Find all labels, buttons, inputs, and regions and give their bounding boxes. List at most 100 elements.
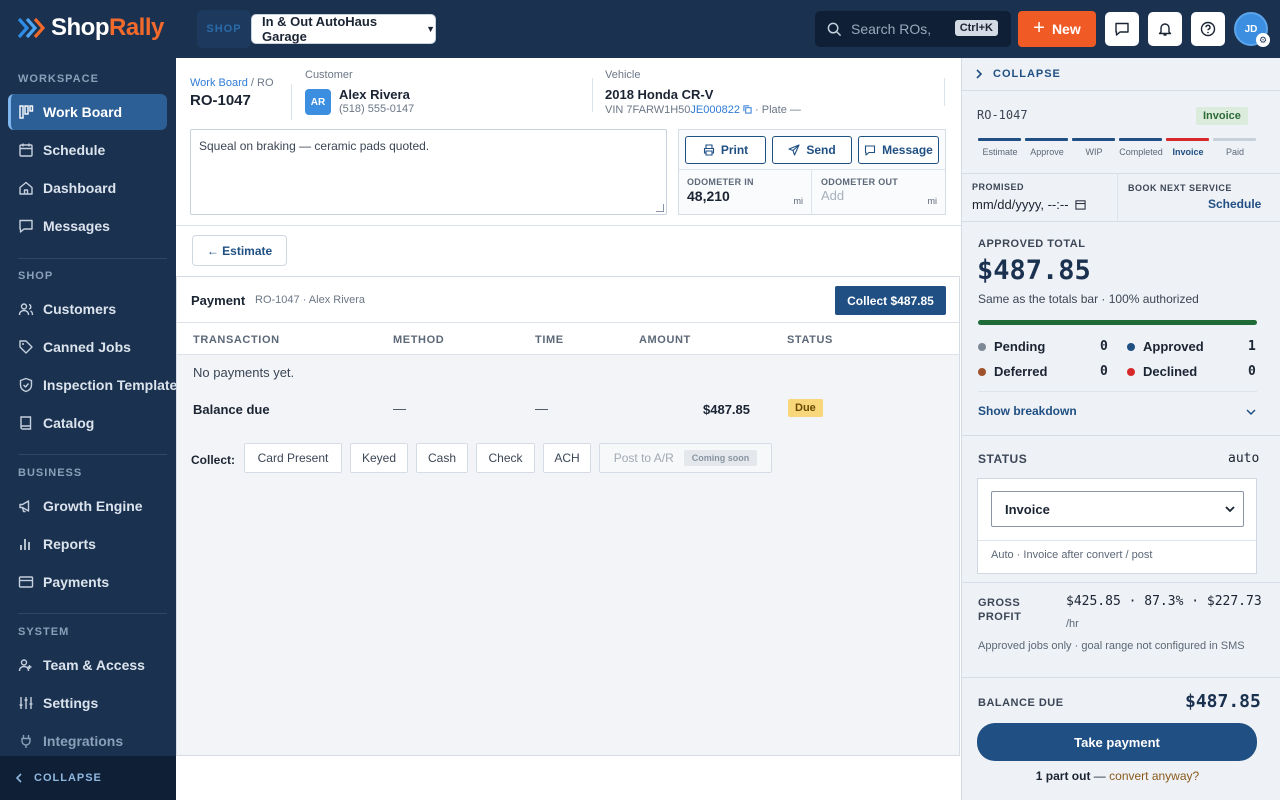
breadcrumb: Work Board / RO <box>190 77 274 89</box>
collect-button[interactable]: Collect $487.85 <box>835 286 946 315</box>
breadcrumb-work-board-link[interactable]: Work Board <box>190 77 248 89</box>
cash-button[interactable]: Cash <box>416 443 468 473</box>
message-button[interactable]: Message <box>858 136 939 164</box>
help-button[interactable] <box>1191 12 1225 46</box>
divider <box>962 173 1280 174</box>
stage-label: Estimate <box>982 147 1018 157</box>
schedule-link[interactable]: Schedule <box>1208 197 1261 211</box>
payment-panel: Payment RO-1047 · Alex Rivera Collect $4… <box>176 276 960 756</box>
odometer-out-unit: mi <box>927 196 938 206</box>
section-workspace: WORKSPACE <box>18 73 99 85</box>
copy-icon[interactable] <box>743 105 752 114</box>
notes-textarea[interactable]: Squeal on braking — ceramic pads quoted. <box>190 129 667 215</box>
customer-phone[interactable]: (518) 555-0147 <box>339 103 414 115</box>
show-breakdown-toggle[interactable]: Show breakdown <box>978 404 1077 418</box>
sliders-icon <box>19 697 33 709</box>
shop-tag: SHOP <box>197 10 251 48</box>
ach-button[interactable]: ACH <box>543 443 591 473</box>
top-bar: ShopRally SHOP In & Out AutoHaus Garage … <box>0 0 1280 58</box>
team-icon <box>18 659 32 672</box>
keyed-button[interactable]: Keyed <box>350 443 408 473</box>
balance-time: — <box>535 401 548 416</box>
vehicle-name[interactable]: 2018 Honda CR-V <box>605 87 713 102</box>
sidebar-item-canned-jobs[interactable]: Canned Jobs <box>8 329 167 365</box>
sidebar-item-reports[interactable]: Reports <box>8 526 167 562</box>
gross-profit-unit: /hr <box>1066 618 1079 630</box>
chevron-down-icon[interactable] <box>1246 408 1256 416</box>
gross-profit-note: Approved jobs only · goal range not conf… <box>978 640 1245 652</box>
sidebar-divider <box>18 258 167 259</box>
divider <box>962 90 1280 91</box>
ro-number: RO-1047 <box>190 92 251 109</box>
board-icon <box>19 105 34 119</box>
odometer-out-field[interactable]: ODOMETER OUT Add mi <box>812 170 946 214</box>
new-button[interactable]: + New <box>1018 11 1096 47</box>
sidebar-item-messages[interactable]: Messages <box>8 208 167 244</box>
sidebar-item-work-board[interactable]: Work Board <box>8 94 167 130</box>
take-payment-button[interactable]: Take payment <box>977 723 1257 761</box>
count-value: 0 <box>1100 364 1108 379</box>
brand-logo[interactable]: ShopRally <box>17 14 164 42</box>
sidebar-collapse-button[interactable]: COLLAPSE <box>0 756 176 800</box>
promised-placeholder: mm/dd/yyyy, --:-- <box>972 197 1069 212</box>
sidebar-item-catalog[interactable]: Catalog <box>8 405 167 441</box>
sidebar-item-team-access[interactable]: Team & Access <box>8 647 167 683</box>
sidebar-item-inspection-templates[interactable]: Inspection Templates <box>8 367 176 403</box>
sidebar-item-customers[interactable]: Customers <box>8 291 167 327</box>
declined-dot-icon <box>1127 367 1135 376</box>
odometer-in-field[interactable]: ODOMETER IN 48,210 mi <box>678 170 812 214</box>
stage-bar-completed <box>1119 138 1162 141</box>
sidebar-item-integrations[interactable]: Integrations <box>8 723 167 759</box>
convert-anyway-link[interactable]: convert anyway? <box>1109 769 1199 783</box>
right-panel: COLLAPSE RO-1047 Invoice Estimate Approv… <box>961 58 1280 800</box>
card-icon <box>18 576 34 588</box>
search-placeholder: Search ROs, <box>851 21 932 37</box>
shop-selector[interactable]: In & Out AutoHaus Garage ▼ <box>251 14 436 44</box>
chat-icon <box>1115 22 1129 36</box>
search-box[interactable]: Search ROs, Ctrl+K <box>815 11 1011 47</box>
count-label: Declined <box>1143 364 1198 379</box>
promised-datetime-input[interactable]: mm/dd/yyyy, --:-- <box>972 197 1086 212</box>
divider <box>962 677 1280 678</box>
gear-icon: ⚙ <box>1256 33 1270 47</box>
sidebar-item-label: Growth Engine <box>43 498 143 514</box>
user-avatar[interactable]: JD ⚙ <box>1234 12 1270 47</box>
count-value: 0 <box>1100 339 1108 354</box>
status-mode: auto <box>1228 451 1260 466</box>
deferred-dot-icon <box>978 367 986 376</box>
sidebar-item-schedule[interactable]: Schedule <box>8 132 167 168</box>
tag-icon <box>19 340 33 354</box>
status-select[interactable]: Invoice <box>991 491 1244 527</box>
print-button[interactable]: Print <box>685 136 766 164</box>
sidebar-item-payments[interactable]: Payments <box>8 564 167 600</box>
sidebar-item-label: Settings <box>43 695 99 711</box>
sidebar-item-label: Schedule <box>43 142 106 158</box>
send-label: Send <box>806 143 836 157</box>
notifications-button[interactable] <box>1148 12 1182 46</box>
divider <box>291 84 292 120</box>
count-declined: Declined <box>1127 364 1197 379</box>
card-present-button[interactable]: Card Present <box>244 443 342 473</box>
plug-icon <box>21 735 31 748</box>
back-to-estimate-button[interactable]: ← Estimate <box>192 235 287 266</box>
count-value: 1 <box>1248 339 1256 354</box>
authorized-progress-bar <box>978 320 1257 325</box>
resize-grip-icon[interactable] <box>656 204 664 212</box>
chevron-right-icon <box>976 69 983 79</box>
messages-button[interactable] <box>1105 12 1139 46</box>
brand-name: ShopRally <box>51 14 164 41</box>
stage-label: Approve <box>1030 147 1064 157</box>
sidebar-item-dashboard[interactable]: Dashboard <box>8 170 167 206</box>
right-panel-collapse-button[interactable]: COLLAPSE <box>962 58 1280 90</box>
status-selected-value: Invoice <box>1005 501 1050 517</box>
send-button[interactable]: Send <box>772 136 852 164</box>
customer-name[interactable]: Alex Rivera <box>339 87 410 102</box>
balance-amount: $487.85 <box>703 402 750 417</box>
print-label: Print <box>720 143 749 157</box>
divider <box>962 221 1280 222</box>
sidebar-item-growth-engine[interactable]: Growth Engine <box>8 488 167 524</box>
sidebar-item-settings[interactable]: Settings <box>8 685 167 721</box>
column-header: STATUS <box>787 334 833 346</box>
check-button[interactable]: Check <box>476 443 535 473</box>
count-label: Approved <box>1143 339 1204 354</box>
